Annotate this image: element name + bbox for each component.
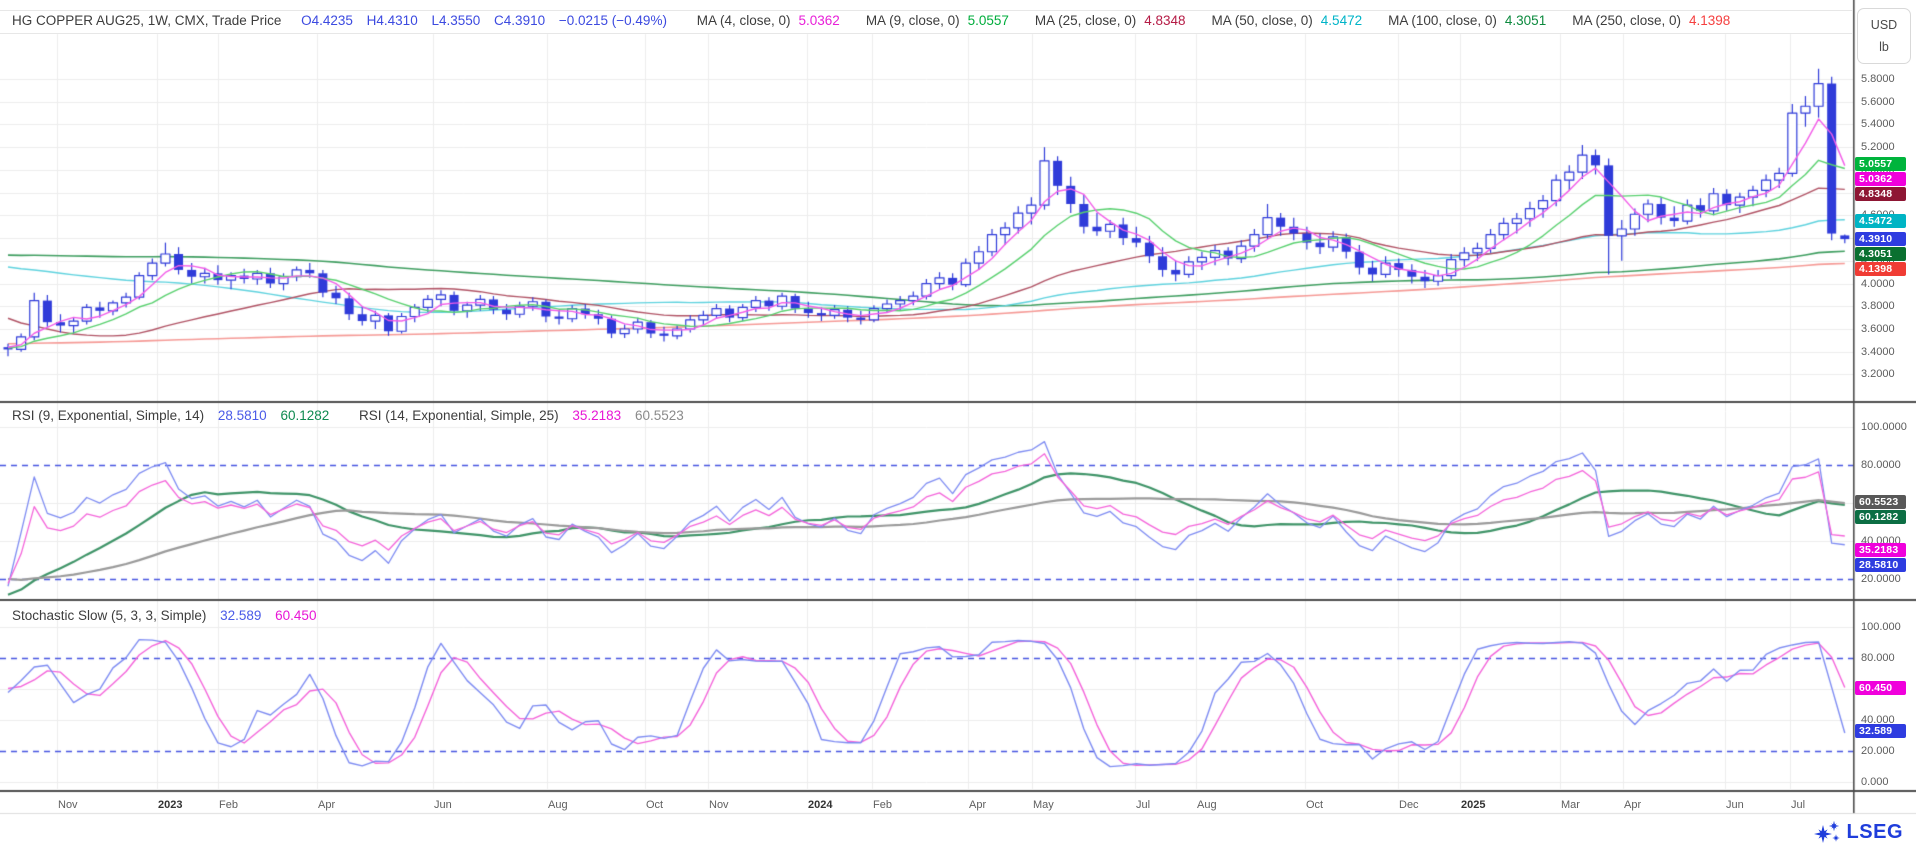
price-axis-label: 3.6000 [1861, 323, 1895, 335]
axis-value-tag: 60.1282 [1855, 510, 1906, 524]
month-label: Nov [58, 799, 78, 811]
month-label: Oct [1306, 799, 1323, 811]
price-axis-label: 5.2000 [1861, 141, 1895, 153]
rsi2-average-value: 60.5523 [635, 408, 684, 423]
price-axis-label: 5.4000 [1861, 118, 1895, 130]
ma-legend-label: MA (4, close, 0) [697, 13, 791, 28]
stoch-axis-label: 100.000 [1861, 621, 1901, 633]
high-value: H4.4310 [367, 13, 418, 28]
price-axis-label: 3.2000 [1861, 368, 1895, 380]
month-label: 2024 [808, 799, 832, 811]
month-label: Apr [1624, 799, 1641, 811]
rsi2-value: 35.2183 [572, 408, 621, 423]
lseg-logo-text: LSEG [1847, 821, 1903, 844]
open-value: O4.4235 [301, 13, 353, 28]
rsi1-label: RSI (9, Exponential, Simple, 14) [12, 408, 204, 423]
price-axis-label: 4.0000 [1861, 278, 1895, 290]
month-label: Oct [646, 799, 663, 811]
ma-legend-label: MA (250, close, 0) [1572, 13, 1681, 28]
month-label: Feb [873, 799, 892, 811]
month-label: Mar [1561, 799, 1580, 811]
stoch-axis-label: 0.000 [1861, 776, 1889, 788]
chart-window: HG COPPER AUG25, 1W, CMX, Trade Price O4… [0, 0, 1916, 847]
price-axis-label: 5.8000 [1861, 73, 1895, 85]
month-label: Jun [1726, 799, 1744, 811]
ma-legend-label: MA (25, close, 0) [1035, 13, 1136, 28]
month-label: Aug [1197, 799, 1217, 811]
rsi2-label: RSI (14, Exponential, Simple, 25) [359, 408, 559, 423]
ma-legend-label: MA (9, close, 0) [866, 13, 960, 28]
price-axis-label: 3.4000 [1861, 346, 1895, 358]
price-panel-header: HG COPPER AUG25, 1W, CMX, Trade Price O4… [12, 13, 1766, 28]
ma-legend-value: 4.1398 [1689, 13, 1730, 28]
ma-legend-value: 4.3051 [1505, 13, 1546, 28]
ma-legend-value: 5.0557 [968, 13, 1009, 28]
rsi-axis-label: 20.0000 [1861, 573, 1901, 585]
price-axis-label: 5.6000 [1861, 96, 1895, 108]
price-axis-label: 3.8000 [1861, 300, 1895, 312]
ma-legend-label: MA (50, close, 0) [1212, 13, 1313, 28]
axis-value-tag: 4.3051 [1855, 247, 1906, 261]
month-label: Apr [969, 799, 986, 811]
axis-value-tag: 32.589 [1855, 724, 1906, 738]
axis-value-tag: 60.450 [1855, 681, 1906, 695]
lseg-logo: LSEG [1814, 820, 1903, 844]
axis-units-box: USD lb [1857, 8, 1911, 64]
axis-value-tag: 5.0362 [1855, 172, 1906, 186]
month-label: May [1033, 799, 1054, 811]
close-value: C4.3910 [494, 13, 545, 28]
month-label: Aug [548, 799, 568, 811]
axis-value-tag: 4.8348 [1855, 187, 1906, 201]
chart-canvas[interactable] [0, 0, 1916, 847]
rsi-axis-label: 100.0000 [1861, 421, 1907, 433]
low-value: L4.3550 [431, 13, 480, 28]
month-label: Feb [219, 799, 238, 811]
month-label: Dec [1399, 799, 1419, 811]
month-label: Nov [709, 799, 729, 811]
stoch-k-value: 32.589 [220, 608, 261, 623]
month-label: 2025 [1461, 799, 1485, 811]
rsi1-value: 28.5810 [218, 408, 267, 423]
rsi1-average-value: 60.1282 [280, 408, 329, 423]
month-label: Jul [1791, 799, 1805, 811]
axis-value-tag: 5.0557 [1855, 157, 1906, 171]
month-label: Jun [434, 799, 452, 811]
header-bottom-border [0, 33, 1853, 34]
ma-legend-value: 4.5472 [1321, 13, 1362, 28]
axis-value-tag: 35.2183 [1855, 543, 1906, 557]
currency-label: USD [1871, 18, 1897, 32]
ma-legend-value: 5.0362 [799, 13, 840, 28]
instrument-title: HG COPPER AUG25, 1W, CMX, Trade Price [12, 13, 281, 28]
ma-legend: MA (4, close, 0) 5.0362 MA (9, close, 0) 5.… [697, 13, 1757, 28]
axis-value-tag: 60.5523 [1855, 495, 1906, 509]
stoch-axis-label: 80.000 [1861, 652, 1895, 664]
stoch-label: Stochastic Slow (5, 3, 3, Simple) [12, 608, 206, 623]
axis-value-tag: 28.5810 [1855, 558, 1906, 572]
ma-legend-label: MA (100, close, 0) [1388, 13, 1497, 28]
ma-legend-value: 4.8348 [1144, 13, 1185, 28]
rsi-panel-header: RSI (9, Exponential, Simple, 14) 28.5810… [12, 408, 694, 423]
axis-value-tag: 4.5472 [1855, 214, 1906, 228]
header-top-border [0, 10, 1853, 11]
lseg-sparkle-icon [1814, 820, 1842, 844]
month-label: Apr [318, 799, 335, 811]
unit-label: lb [1879, 40, 1889, 54]
month-label: Jul [1136, 799, 1150, 811]
stoch-d-value: 60.450 [275, 608, 316, 623]
net-change-value: −0.0215 (−0.49%) [559, 13, 667, 28]
rsi-axis-label: 80.0000 [1861, 459, 1901, 471]
stoch-axis-label: 20.000 [1861, 745, 1895, 757]
stoch-panel-header: Stochastic Slow (5, 3, 3, Simple) 32.589… [12, 608, 326, 623]
axis-value-tag: 4.3910 [1855, 232, 1906, 246]
axis-value-tag: 4.1398 [1855, 262, 1906, 276]
month-label: 2023 [158, 799, 182, 811]
